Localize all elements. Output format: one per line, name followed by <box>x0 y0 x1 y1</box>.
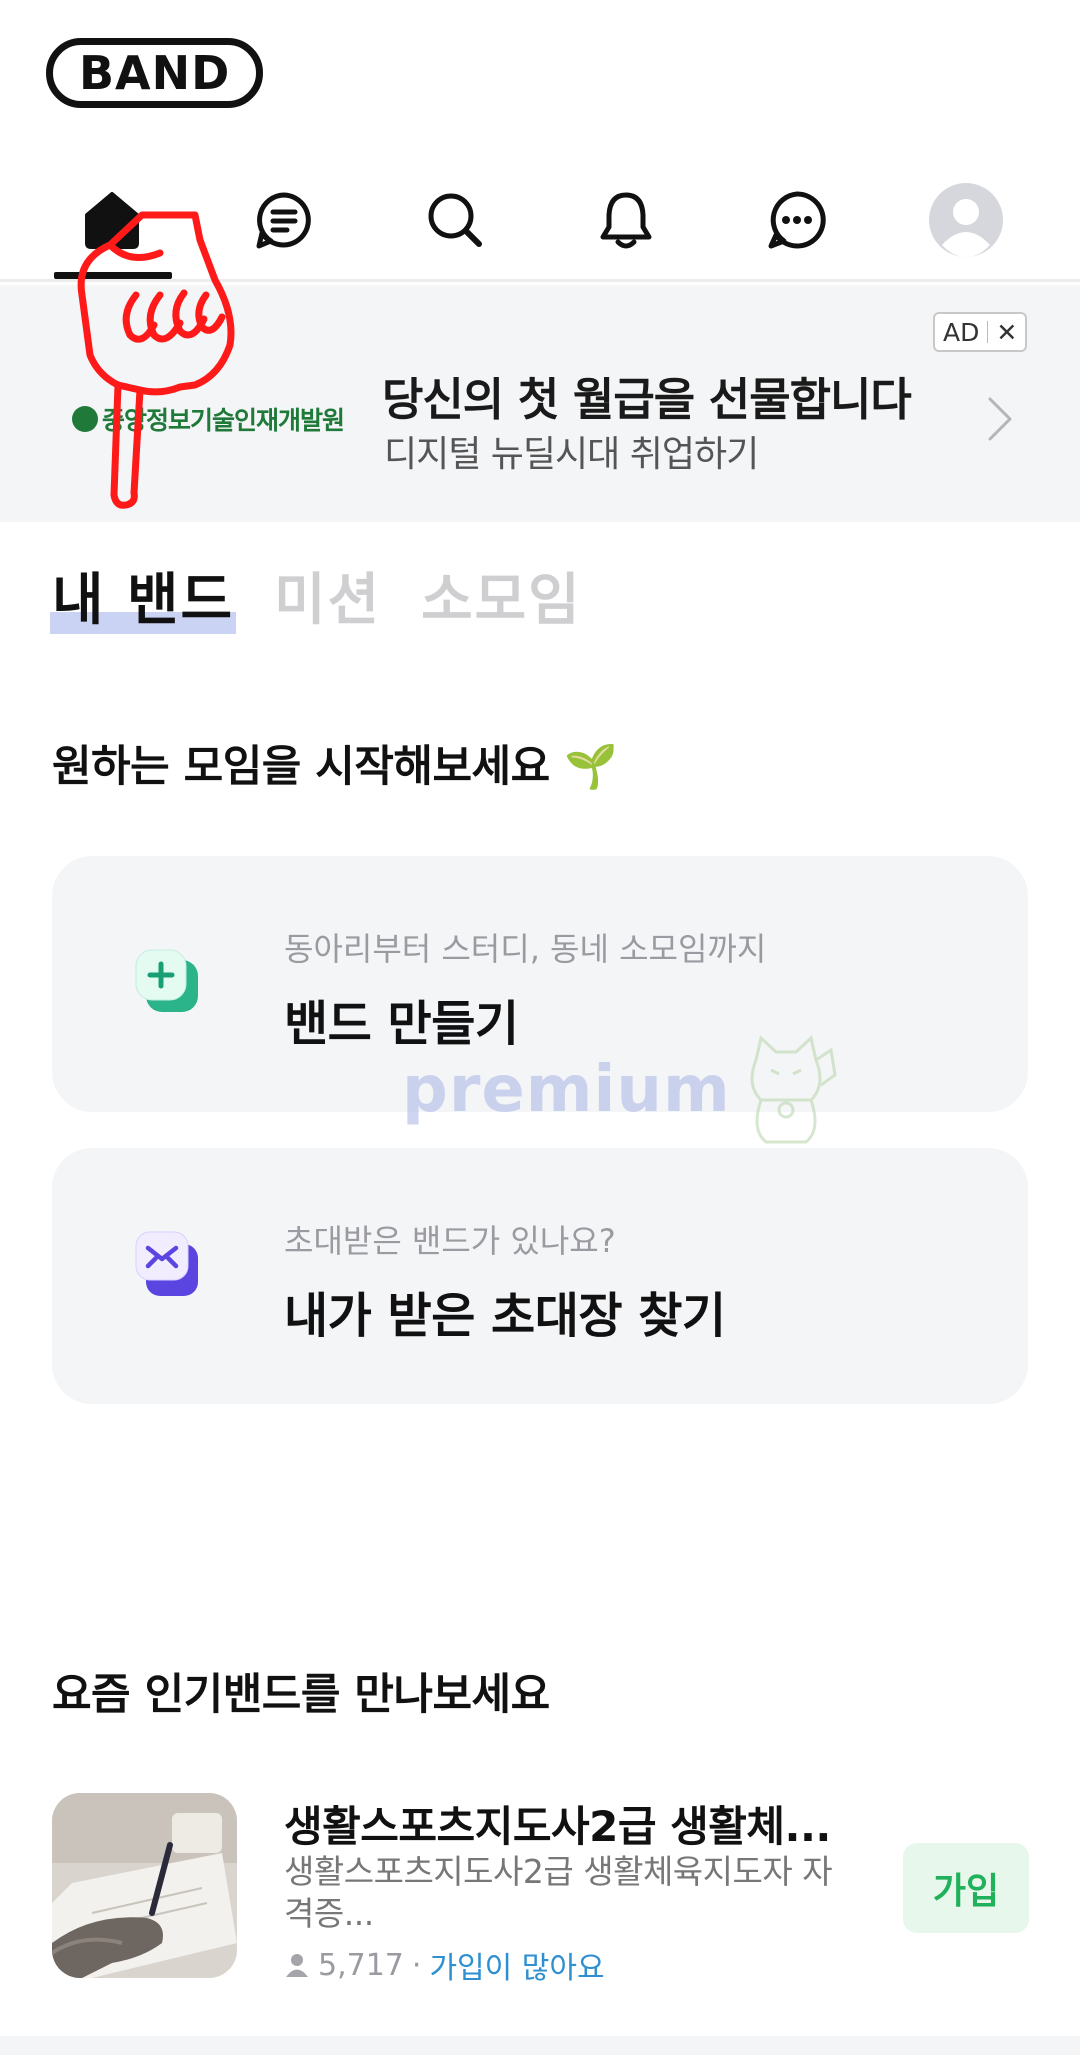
ad-title: 당신의 첫 월급을 선물합니다 <box>382 373 912 426</box>
join-button[interactable]: 가입 <box>903 1843 1029 1933</box>
popular-section-heading: 요즘 인기밴드를 만나보세요 <box>52 1670 550 1720</box>
nav-home-button[interactable] <box>52 170 172 270</box>
band-thumbnail <box>52 1793 237 1978</box>
create-band-card[interactable]: 동아리부터 스터디, 동네 소모임까지 밴드 만들기 <box>52 856 1028 1112</box>
nav-profile-button[interactable] <box>906 170 1026 270</box>
nav-notifications-button[interactable] <box>566 170 686 270</box>
tab-missions[interactable]: 미션 <box>274 555 381 636</box>
advertiser-logo-icon <box>72 406 98 432</box>
nav-active-indicator <box>54 272 172 279</box>
band-name: 생활스포츠지도사2급 생활체... <box>284 1802 831 1851</box>
chat-icon <box>768 191 826 249</box>
find-invitation-card[interactable]: 초대받은 밴드가 있나요? 내가 받은 초대장 찾기 <box>52 1148 1028 1404</box>
envelope-icon <box>135 1231 198 1296</box>
nav-search-button[interactable] <box>395 170 515 270</box>
tab-my-bands[interactable]: 내 밴드 <box>49 555 237 636</box>
chevron-right-icon[interactable] <box>984 393 1016 445</box>
home-icon <box>85 192 139 249</box>
band-status: 가입이 많아요 <box>429 1951 605 1986</box>
band-meta: 5,717 · 가입이 많아요 <box>284 1943 605 1987</box>
nav-feed-button[interactable] <box>224 170 344 270</box>
start-section-heading: 원하는 모임을 시작해보세요 🌱 <box>52 742 618 792</box>
segment-tabs: 내 밴드 미션 소모임 <box>49 555 622 636</box>
advertiser-logo: 중앙정보기술인재개발원 <box>72 401 345 437</box>
band-logo[interactable]: BAND <box>46 38 264 110</box>
ad-label: AD <box>943 317 980 347</box>
search-icon <box>428 193 482 247</box>
band-thumbnail-image <box>52 1793 237 1978</box>
ad-banner[interactable]: 중앙정보기술인재개발원 당신의 첫 월급을 선물합니다 디지털 뉴딜시대 취업하… <box>0 285 1080 522</box>
avatar-icon <box>929 183 1003 257</box>
ad-close-button[interactable]: ✕ <box>996 318 1017 347</box>
band-description: 생활스포츠지도사2급 생활체육지도자 자격증... <box>284 1852 833 1933</box>
feed-icon <box>256 192 311 249</box>
bottom-divider <box>0 2036 1080 2055</box>
bell-icon <box>600 192 652 249</box>
ad-badge: AD ✕ <box>933 312 1028 352</box>
tab-small-groups[interactable]: 소모임 <box>421 555 582 636</box>
logo-text: BAND <box>46 38 264 108</box>
popular-band-item[interactable]: 생활스포츠지도사2급 생활체... 생활스포츠지도사2급 생활체육지도자 자격증… <box>52 1793 1029 1986</box>
ad-subtitle: 디지털 뉴딜시대 취업하기 <box>384 434 759 475</box>
member-count: 5,717 <box>318 1947 404 1983</box>
meta-separator: · <box>411 1947 422 1983</box>
nav-chat-button[interactable] <box>737 170 857 270</box>
find-invitation-subtitle: 초대받은 밴드가 있나요? <box>284 1222 616 1260</box>
plus-icon <box>135 949 198 1012</box>
advertiser-name: 중앙정보기술인재개발원 <box>102 406 345 435</box>
member-icon <box>286 1954 308 1977</box>
top-navigation <box>0 150 1080 282</box>
create-band-title: 밴드 만들기 <box>284 996 519 1052</box>
create-band-subtitle: 동아리부터 스터디, 동네 소모임까지 <box>284 930 767 968</box>
find-invitation-title: 내가 받은 초대장 찾기 <box>284 1288 726 1344</box>
ad-badge-separator <box>987 321 989 343</box>
